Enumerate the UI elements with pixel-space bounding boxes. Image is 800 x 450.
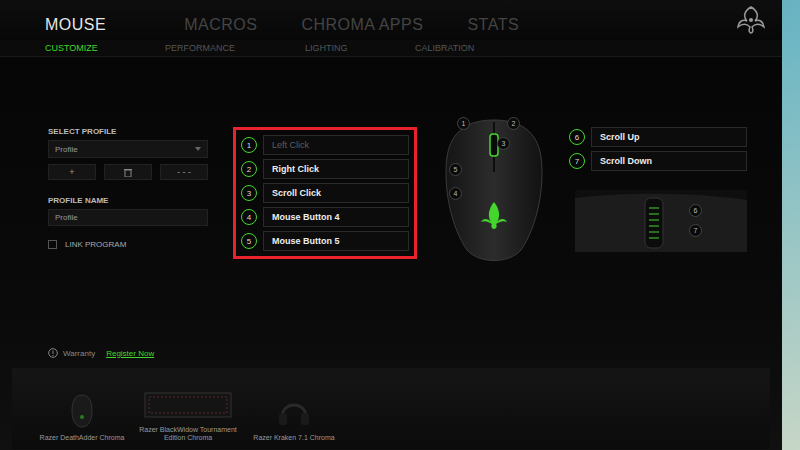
delete-profile-button[interactable]	[104, 164, 152, 180]
button-row[interactable]: 7 Scroll Down	[569, 151, 747, 171]
profile-buttons: + - - -	[48, 164, 208, 180]
button-assignment: Scroll Down	[591, 151, 747, 171]
checkbox-box	[48, 240, 57, 249]
device-item[interactable]: Razer Kraken 7.1 Chroma	[246, 391, 342, 443]
top-nav: MOUSE MACROS CHROMA APPS STATS	[0, 0, 782, 40]
button-number: 4	[241, 209, 257, 225]
mouse-callout: 5	[449, 163, 462, 176]
button-number: 5	[241, 233, 257, 249]
sub-tab[interactable]: LIGHTING	[305, 43, 415, 53]
button-assignment: Mouse Button 4	[263, 207, 409, 227]
add-profile-button[interactable]: +	[48, 164, 96, 180]
device-strip: Razer DeathAdder Chroma Razer BlackWidow …	[12, 368, 770, 449]
mouse-top-view: 1 2 3 5 4	[439, 112, 549, 267]
warranty-label: Warranty	[63, 349, 95, 358]
nav-tab[interactable]: MACROS	[184, 16, 257, 40]
profile-name-label: PROFILE NAME	[48, 196, 208, 205]
button-row[interactable]: 2 Right Click	[241, 159, 409, 179]
customize-content: SELECT PROFILE Profile + - - - PROFILE NAME P…	[0, 57, 782, 342]
mouse-callout: 4	[449, 187, 462, 200]
select-profile-label: SELECT PROFILE	[48, 127, 208, 136]
side-callout: 7	[689, 224, 702, 237]
button-assignment: Scroll Up	[591, 127, 747, 147]
button-assignment: Mouse Button 5	[263, 231, 409, 251]
profile-dropdown[interactable]: Profile	[48, 140, 208, 158]
razer-synapse-window: MOUSEMACROSCHROMA APPSSTATSCUSTOMIZEPERF…	[0, 0, 800, 450]
sub-tab[interactable]: CUSTOMIZE	[45, 43, 165, 53]
button-number: 7	[569, 153, 585, 169]
sub-tab[interactable]: CALIBRATION	[415, 43, 540, 53]
profile-panel: SELECT PROFILE Profile + - - - PROFILE NAME P…	[48, 127, 208, 249]
mouse-icon	[62, 391, 102, 431]
button-number: 6	[569, 129, 585, 145]
mouse-callout: 2	[507, 117, 520, 130]
dropdown-arrow-icon	[195, 147, 201, 151]
profile-name-field[interactable]: Profile	[48, 209, 208, 226]
link-program-checkbox[interactable]: LINK PROGRAM	[48, 240, 208, 249]
device-name: Razer DeathAdder Chroma	[40, 434, 125, 443]
headset-icon	[274, 391, 314, 431]
button-row[interactable]: 5 Mouse Button 5	[241, 231, 409, 251]
main-panel: MOUSEMACROSCHROMA APPSSTATSCUSTOMIZEPERF…	[0, 0, 782, 450]
nav-tab[interactable]: STATS	[467, 16, 519, 40]
info-icon	[48, 348, 58, 358]
nav-tab[interactable]: MOUSE	[45, 16, 106, 40]
mouse-side-view: 67	[575, 190, 747, 252]
device-name: Razer BlackWidow Tournament Edition Chro…	[136, 426, 240, 444]
button-assignment: Right Click	[263, 159, 409, 179]
warranty-row: Warranty Register Now	[0, 342, 782, 364]
button-row[interactable]: 1 Left Click	[241, 135, 409, 155]
sub-tab[interactable]: PERFORMANCE	[165, 43, 305, 53]
trash-icon	[124, 168, 132, 177]
link-program-label: LINK PROGRAM	[65, 240, 126, 249]
button-number: 2	[241, 161, 257, 177]
scroll-panel: 6Scroll Up7Scroll Down67	[569, 127, 747, 252]
mouse-callout: 3	[497, 137, 510, 150]
sub-nav: CUSTOMIZEPERFORMANCELIGHTINGCALIBRATION	[0, 40, 782, 57]
razer-logo-icon	[734, 5, 768, 35]
scroll-wheel-icon	[575, 190, 747, 252]
nav-tab[interactable]: CHROMA APPS	[301, 16, 423, 40]
button-number: 3	[241, 185, 257, 201]
side-callout: 6	[689, 204, 702, 217]
button-row[interactable]: 4 Mouse Button 4	[241, 207, 409, 227]
button-assignment: Scroll Click	[263, 183, 409, 203]
device-item[interactable]: Razer BlackWidow Tournament Edition Chro…	[136, 383, 240, 444]
button-row[interactable]: 6 Scroll Up	[569, 127, 747, 147]
dropdown-value: Profile	[55, 145, 78, 154]
mouse-callout: 1	[457, 117, 470, 130]
device-name: Razer Kraken 7.1 Chroma	[253, 434, 334, 443]
button-assignment: Left Click	[263, 135, 409, 155]
device-item[interactable]: Razer DeathAdder Chroma	[34, 391, 130, 443]
keyboard-icon	[143, 383, 233, 423]
button-number: 1	[241, 137, 257, 153]
button-list: 1 Left Click 2 Right Click 3 Scroll Click 4 Mou…	[233, 127, 417, 259]
button-row[interactable]: 3 Scroll Click	[241, 183, 409, 203]
register-link[interactable]: Register Now	[106, 349, 154, 358]
more-profile-button[interactable]: - - -	[160, 164, 208, 180]
